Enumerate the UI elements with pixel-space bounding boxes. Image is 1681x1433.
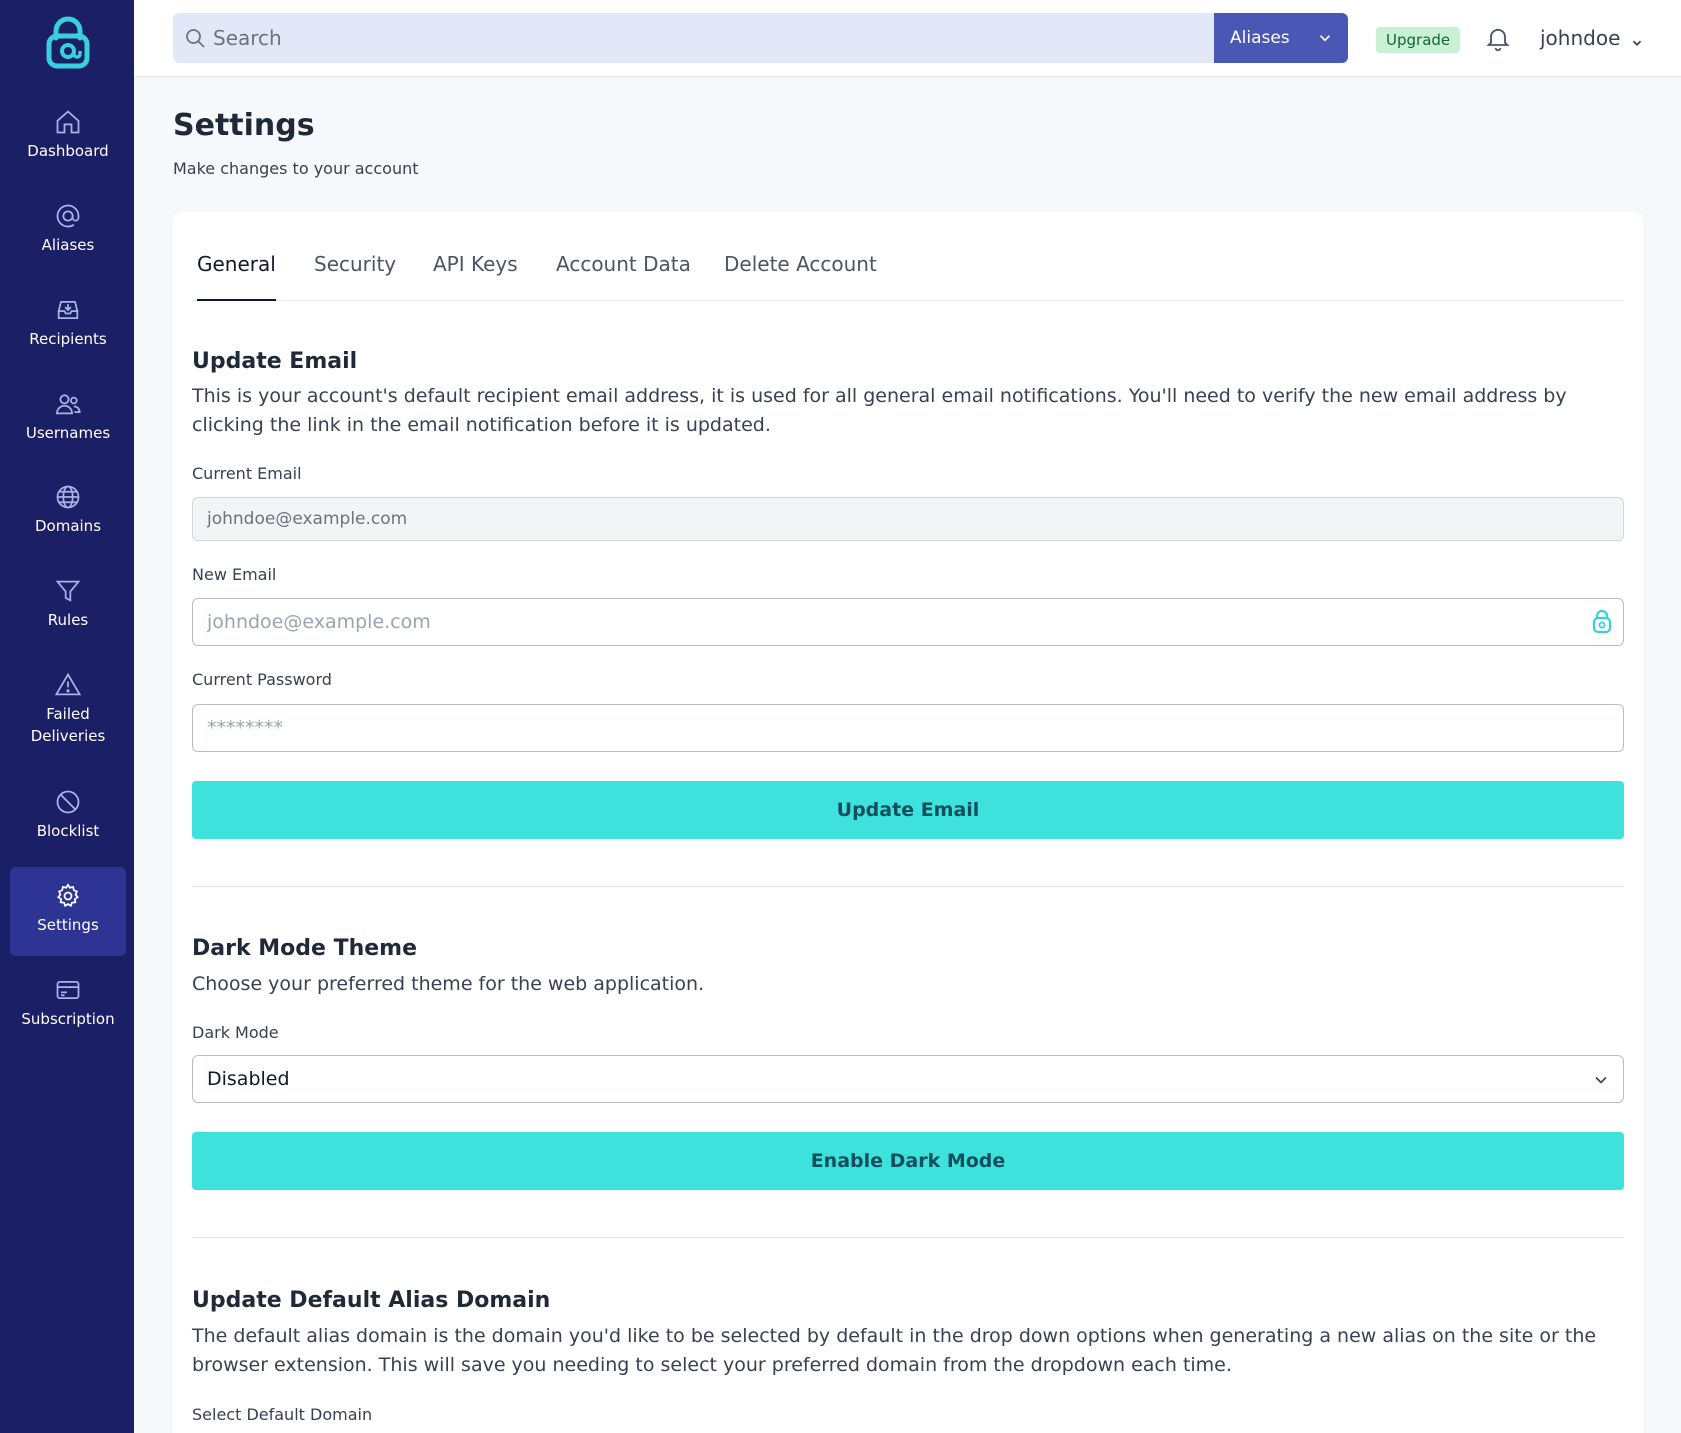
at-sign-icon <box>54 202 82 230</box>
inbox-icon <box>54 296 82 324</box>
page-subtitle: Make changes to your account <box>173 159 419 178</box>
sidebar-item-usernames[interactable]: Usernames <box>10 390 126 456</box>
page-title: Settings <box>173 108 315 143</box>
default-domain-description: The default alias domain is the domain y… <box>192 1325 1597 1376</box>
sidebar-item-recipients[interactable]: Recipients <box>10 296 126 362</box>
sidebar-item-dashboard[interactable]: Dashboard <box>10 108 126 174</box>
section-divider <box>192 886 1624 887</box>
upgrade-badge[interactable]: Upgrade <box>1376 27 1461 53</box>
sidebar-item-label: Settings <box>37 916 99 934</box>
warning-icon <box>54 671 82 699</box>
app-logo-icon[interactable] <box>44 16 92 70</box>
sidebar-item-subscription[interactable]: Subscription <box>10 976 126 1042</box>
dark-mode-label: Dark Mode <box>192 1023 279 1042</box>
current-email-label: Current Email <box>192 464 302 483</box>
sidebar-item-label: Dashboard <box>27 142 109 160</box>
section-divider <box>192 1237 1624 1238</box>
sidebar-item-domains[interactable]: Domains <box>10 483 126 549</box>
globe-icon <box>54 483 82 511</box>
update-email-title: Update Email <box>192 349 358 374</box>
gear-icon <box>54 882 82 910</box>
search-input[interactable] <box>213 13 1203 63</box>
settings-card: General Security API Keys Account Data D… <box>173 212 1643 1433</box>
home-icon <box>54 108 82 136</box>
user-menu[interactable]: johndoe <box>1540 24 1644 52</box>
tab-account-data[interactable]: Account Data <box>556 252 691 301</box>
current-email-field[interactable] <box>192 497 1624 541</box>
sidebar: Dashboard Aliases Recipients Usernames D… <box>0 0 134 1433</box>
sidebar-item-failed-deliveries[interactable]: Failed Deliveries <box>10 671 126 761</box>
search-scope-select[interactable]: Aliases <box>1214 13 1348 63</box>
chevron-down-icon <box>1630 31 1644 46</box>
default-domain-label: Select Default Domain <box>192 1405 373 1424</box>
search-scope-label: Aliases <box>1230 28 1290 48</box>
new-email-label: New Email <box>192 565 277 584</box>
sidebar-item-label: Blocklist <box>36 822 100 840</box>
sidebar-item-label: Aliases <box>41 236 95 254</box>
sidebar-item-label: Usernames <box>25 424 111 442</box>
tab-security[interactable]: Security <box>314 252 396 301</box>
update-email-button[interactable]: Update Email <box>192 781 1624 839</box>
dark-mode-select[interactable]: Disabled <box>192 1055 1624 1103</box>
sidebar-item-rules[interactable]: Rules <box>10 577 126 643</box>
chevron-down-icon <box>1316 29 1334 47</box>
dark-mode-title: Dark Mode Theme <box>192 936 418 961</box>
top-bar: Aliases Upgrade johndoe <box>134 0 1681 77</box>
update-email-description: This is your account's default recipient… <box>192 385 1567 436</box>
sidebar-item-label: Failed Deliveries <box>30 705 106 745</box>
tab-general[interactable]: General <box>197 252 276 301</box>
new-email-field[interactable] <box>192 598 1624 646</box>
chevron-down-icon <box>1591 1070 1611 1090</box>
password-manager-icon[interactable] <box>1591 609 1613 635</box>
search-icon <box>183 26 207 50</box>
dark-mode-description: Choose your preferred theme for the web … <box>192 973 705 995</box>
default-domain-title: Update Default Alias Domain <box>192 1288 551 1313</box>
credit-card-icon <box>54 976 82 1004</box>
sidebar-item-blocklist[interactable]: Blocklist <box>10 788 126 854</box>
current-password-label: Current Password <box>192 670 332 689</box>
enable-dark-mode-button[interactable]: Enable Dark Mode <box>192 1132 1624 1190</box>
sidebar-item-settings[interactable]: Settings <box>10 867 126 956</box>
username: johndoe <box>1540 26 1621 50</box>
tab-api-keys[interactable]: API Keys <box>433 252 518 301</box>
dark-mode-selected-value: Disabled <box>207 1068 290 1090</box>
sidebar-item-label: Rules <box>47 611 89 629</box>
sidebar-item-label: Recipients <box>29 330 107 348</box>
sidebar-item-label: Subscription <box>21 1010 115 1028</box>
settings-tabs: General Security API Keys Account Data D… <box>192 212 1624 301</box>
filter-icon <box>54 577 82 605</box>
users-icon <box>54 390 82 418</box>
ban-icon <box>54 788 82 816</box>
current-password-field[interactable] <box>192 704 1624 752</box>
sidebar-item-label: Domains <box>34 517 102 535</box>
sidebar-item-aliases[interactable]: Aliases <box>10 202 126 268</box>
tab-delete-account[interactable]: Delete Account <box>724 252 877 301</box>
notification-bell-icon[interactable] <box>1484 24 1512 52</box>
search-bar <box>173 13 1217 63</box>
